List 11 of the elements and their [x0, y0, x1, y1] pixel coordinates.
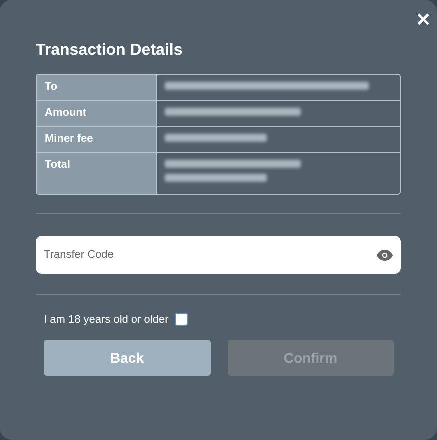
transfer-code-field[interactable]: Transfer Code: [36, 236, 401, 274]
row-label: Total: [37, 153, 157, 194]
row-label: To: [37, 75, 157, 100]
row-label: Amount: [37, 101, 157, 126]
age-checkbox[interactable]: [174, 313, 188, 326]
row-label: Miner fee: [37, 127, 157, 152]
close-button[interactable]: ✕: [414, 10, 433, 30]
dialog-title: Transaction Details: [36, 42, 184, 60]
eye-icon[interactable]: [377, 250, 393, 261]
age-check-label: I am 18 years old or older: [44, 314, 169, 326]
back-button[interactable]: Back: [44, 340, 210, 376]
